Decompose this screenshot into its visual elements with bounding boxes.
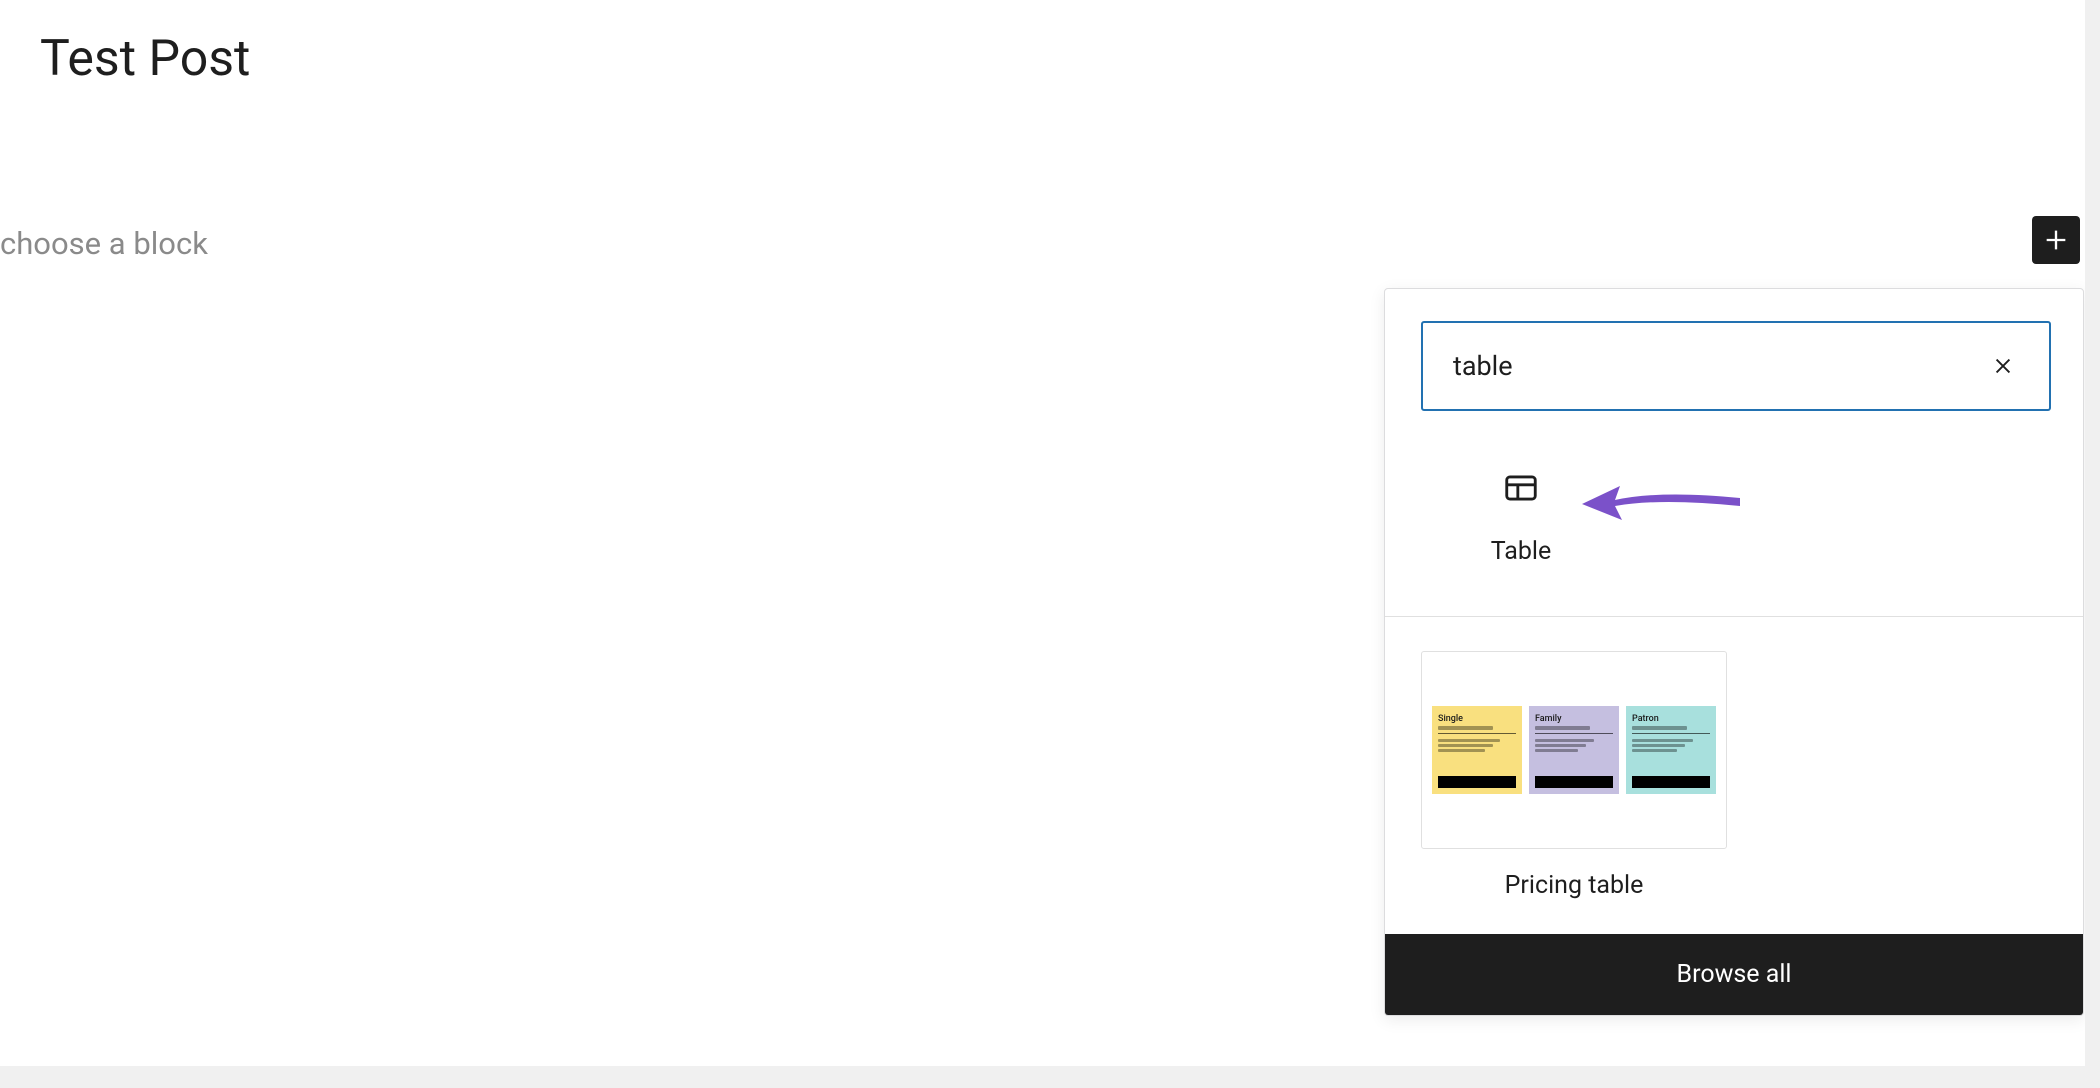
browse-all-button[interactable]: Browse all bbox=[1385, 934, 2083, 1015]
plus-icon bbox=[2042, 226, 2070, 254]
pricing-tier-card: Family bbox=[1529, 706, 1619, 794]
post-title[interactable]: Test Post bbox=[40, 30, 250, 88]
pattern-result-label: Pricing table bbox=[1505, 871, 1644, 900]
search-wrapper bbox=[1385, 289, 2083, 439]
add-block-button[interactable] bbox=[2032, 216, 2080, 264]
table-icon bbox=[1502, 469, 1540, 507]
pattern-preview: Single Family bbox=[1421, 651, 1727, 849]
bottom-strip bbox=[0, 1066, 2100, 1088]
pattern-results: Single Family bbox=[1385, 617, 2083, 934]
search-field bbox=[1421, 321, 2051, 411]
block-results: Table bbox=[1385, 439, 2083, 616]
close-icon bbox=[1992, 355, 2014, 377]
pricing-tier-name: Patron bbox=[1632, 714, 1710, 724]
pricing-tier-name: Family bbox=[1535, 714, 1613, 724]
block-placeholder-text[interactable]: choose a block bbox=[0, 225, 208, 262]
block-inserter-popover: Table Single Family bbox=[1384, 288, 2084, 1016]
clear-search-button[interactable] bbox=[1987, 350, 2019, 382]
right-gutter bbox=[2085, 0, 2100, 1088]
pattern-result-pricing-table[interactable]: Single Family bbox=[1421, 651, 1727, 900]
block-search-input[interactable] bbox=[1453, 350, 1987, 382]
pricing-tier-card: Patron bbox=[1626, 706, 1716, 794]
pricing-tier-name: Single bbox=[1438, 714, 1516, 724]
block-result-label: Table bbox=[1491, 537, 1552, 566]
pricing-tier-card: Single bbox=[1432, 706, 1522, 794]
block-result-table[interactable]: Table bbox=[1421, 459, 1621, 576]
